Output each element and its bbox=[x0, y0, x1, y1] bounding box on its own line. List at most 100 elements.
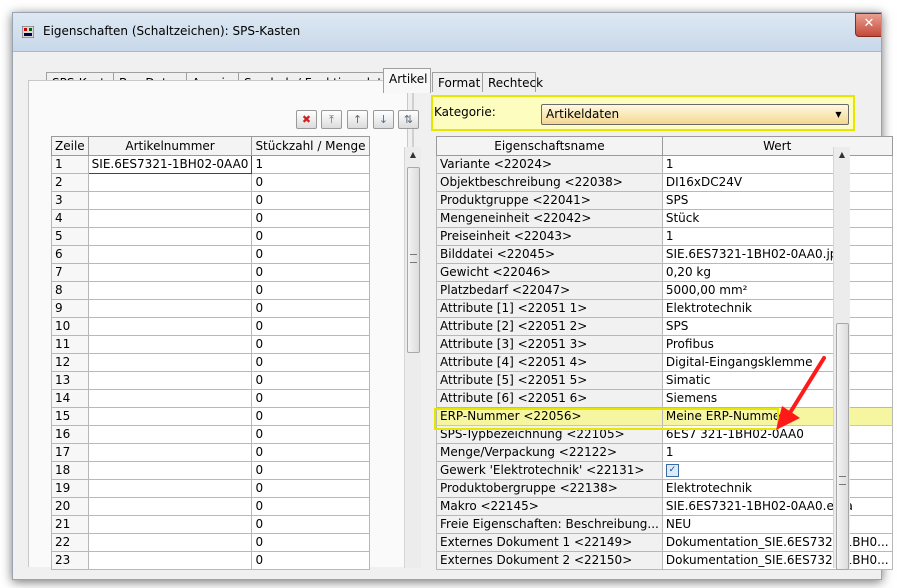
property-value-cell[interactable]: DI16xDC24V bbox=[661, 173, 893, 192]
table-row[interactable]: Objektbeschreibung <22038> DI16xDC24V bbox=[436, 173, 893, 192]
menge-cell[interactable]: 0 bbox=[251, 371, 370, 390]
property-value-cell[interactable]: 1 bbox=[661, 227, 893, 246]
menge-cell[interactable]: 0 bbox=[251, 389, 370, 408]
table-row[interactable]: 23 0 bbox=[51, 551, 370, 570]
scroll-up-icon[interactable]: ▲ bbox=[835, 150, 849, 159]
menge-cell[interactable]: 0 bbox=[251, 479, 370, 498]
table-row[interactable]: 19 0 bbox=[51, 479, 370, 498]
property-value-cell[interactable]: 5000,00 mm² bbox=[661, 281, 893, 300]
menge-cell[interactable]: 0 bbox=[251, 299, 370, 318]
table-row[interactable]: 80 bbox=[51, 281, 370, 300]
artikelnummer-cell[interactable] bbox=[87, 353, 253, 372]
menge-cell[interactable]: 0 bbox=[251, 173, 370, 192]
table-row[interactable]: Platzbedarf <22047> 5000,00 mm² bbox=[436, 281, 893, 300]
menge-cell[interactable]: 0 bbox=[251, 551, 370, 570]
scroll-up-icon[interactable]: ▲ bbox=[406, 150, 420, 159]
menge-cell[interactable]: 0 bbox=[251, 353, 370, 372]
menge-cell[interactable]: 0 bbox=[251, 461, 370, 480]
menge-cell[interactable]: 0 bbox=[251, 497, 370, 516]
table-row[interactable]: 22 0 bbox=[51, 533, 370, 552]
table-row[interactable]: Produktobergruppe <22138> Elektrotechnik bbox=[436, 479, 893, 498]
table-row[interactable]: Gewicht <22046> 0,20 kg bbox=[436, 263, 893, 282]
menge-cell[interactable]: 0 bbox=[251, 209, 370, 228]
table-row[interactable]: Makro <22145> SIE.6ES7321-1BH02-0AA0.ema bbox=[436, 497, 893, 516]
artikelnummer-cell[interactable] bbox=[87, 551, 253, 570]
artikelnummer-cell[interactable] bbox=[87, 407, 253, 426]
table-row[interactable]: Gewerk 'Elektrotechnik' <22131> ✓ bbox=[436, 461, 893, 480]
tab-format[interactable]: Format bbox=[432, 72, 483, 92]
property-value-cell[interactable]: Stück bbox=[661, 209, 893, 228]
table-row[interactable]: 18 0 bbox=[51, 461, 370, 480]
property-value-cell[interactable]: ✓ bbox=[661, 461, 893, 480]
tab-artikel[interactable]: Artikel bbox=[383, 68, 431, 93]
menge-cell[interactable]: 0 bbox=[251, 263, 370, 282]
artikelnummer-cell[interactable] bbox=[87, 497, 253, 516]
artikelnummer-cell[interactable] bbox=[87, 317, 253, 336]
sort-button[interactable]: ⇅ bbox=[398, 110, 419, 129]
column-header-eigenschaftsname[interactable]: Eigenschaftsname bbox=[436, 136, 663, 156]
article-table-scrollbar[interactable]: ▲ bbox=[404, 147, 421, 568]
property-value-cell[interactable]: NEU bbox=[661, 515, 893, 534]
tab-rechteck[interactable]: Rechteck bbox=[482, 72, 543, 92]
table-row[interactable]: 15 0 bbox=[51, 407, 370, 426]
table-row[interactable]: 21 0 bbox=[51, 515, 370, 534]
artikelnummer-cell[interactable] bbox=[87, 443, 253, 462]
table-row[interactable]: Variante <22024> 1 bbox=[436, 155, 893, 174]
artikelnummer-cell[interactable] bbox=[87, 245, 253, 264]
table-row[interactable]: 50 bbox=[51, 227, 370, 246]
table-row[interactable]: 11 0 bbox=[51, 335, 370, 354]
table-row[interactable]: 90 bbox=[51, 299, 370, 318]
table-row[interactable]: 16 0 bbox=[51, 425, 370, 444]
table-row[interactable]: 17 0 bbox=[51, 443, 370, 462]
table-row[interactable]: Externes Dokument 2 <22150> Dokumentation… bbox=[436, 551, 893, 570]
table-row[interactable]: 10 0 bbox=[51, 317, 370, 336]
property-value-cell[interactable]: Dokumentation_SIE.6ES7321-1BH0... bbox=[661, 533, 893, 552]
table-row[interactable]: Freie Eigenschaften: Beschreibung... NEU bbox=[436, 515, 893, 534]
delete-button[interactable]: ✖ bbox=[296, 110, 317, 129]
menge-cell[interactable]: 0 bbox=[251, 281, 370, 300]
menge-cell[interactable]: 0 bbox=[251, 533, 370, 552]
property-value-cell[interactable]: Dokumentation_SIE.6ES7321-1BH0... bbox=[661, 551, 893, 570]
property-value-cell[interactable]: SIE.6ES7321-1BH02-0AA0.jpg bbox=[661, 245, 893, 264]
table-row[interactable]: Preiseinheit <22043> 1 bbox=[436, 227, 893, 246]
menge-cell[interactable]: 0 bbox=[251, 191, 370, 210]
menge-cell[interactable]: 0 bbox=[251, 425, 370, 444]
table-row[interactable]: 60 bbox=[51, 245, 370, 264]
table-row[interactable]: 30 bbox=[51, 191, 370, 210]
artikelnummer-cell[interactable] bbox=[87, 227, 253, 246]
column-header-menge[interactable]: Stückzahl / Menge bbox=[251, 136, 370, 156]
table-row[interactable]: 20 0 bbox=[51, 497, 370, 516]
column-header-wert[interactable]: Wert bbox=[661, 136, 893, 156]
table-row[interactable]: Bilddatei <22045> SIE.6ES7321-1BH02-0AA0.… bbox=[436, 245, 893, 264]
table-row[interactable]: Produktgruppe <22041> SPS bbox=[436, 191, 893, 210]
artikelnummer-cell[interactable] bbox=[87, 299, 253, 318]
close-button[interactable]: ✕ bbox=[855, 13, 881, 37]
column-header-artikelnummer[interactable]: Artikelnummer bbox=[87, 136, 253, 156]
table-row[interactable]: Mengeneinheit <22042> Stück bbox=[436, 209, 893, 228]
table-row[interactable]: Attribute [2] <22051 2> SPS bbox=[436, 317, 893, 336]
table-row[interactable]: Menge/Verpackung <22122> 1 bbox=[436, 443, 893, 462]
move-top-button[interactable]: ⤒ bbox=[321, 110, 342, 129]
menge-cell[interactable]: 0 bbox=[251, 407, 370, 426]
table-row[interactable]: Attribute [1] <22051 1> Elektrotechnik bbox=[436, 299, 893, 318]
checkbox-checked-icon[interactable]: ✓ bbox=[665, 464, 679, 477]
artikelnummer-cell[interactable] bbox=[87, 173, 253, 192]
artikelnummer-cell[interactable]: SIE.6ES7321-1BH02-0AA0 bbox=[87, 155, 253, 174]
artikelnummer-cell[interactable] bbox=[87, 515, 253, 534]
table-row[interactable]: 1 SIE.6ES7321-1BH02-0AA0 1 bbox=[51, 155, 370, 174]
table-row[interactable]: 20 bbox=[51, 173, 370, 192]
artikelnummer-cell[interactable] bbox=[87, 533, 253, 552]
property-value-cell[interactable]: SPS bbox=[661, 191, 893, 210]
menge-cell[interactable]: 0 bbox=[251, 317, 370, 336]
artikelnummer-cell[interactable] bbox=[87, 263, 253, 282]
table-row[interactable]: 40 bbox=[51, 209, 370, 228]
artikelnummer-cell[interactable] bbox=[87, 209, 253, 228]
move-down-button[interactable]: ↓ bbox=[373, 110, 394, 129]
artikelnummer-cell[interactable] bbox=[87, 371, 253, 390]
menge-cell[interactable]: 0 bbox=[251, 335, 370, 354]
chevron-down-icon[interactable]: ▼ bbox=[832, 108, 845, 121]
artikelnummer-cell[interactable] bbox=[87, 335, 253, 354]
property-value-cell[interactable]: 0,20 kg bbox=[661, 263, 893, 282]
artikelnummer-cell[interactable] bbox=[87, 425, 253, 444]
menge-cell[interactable]: 1 bbox=[251, 155, 370, 174]
